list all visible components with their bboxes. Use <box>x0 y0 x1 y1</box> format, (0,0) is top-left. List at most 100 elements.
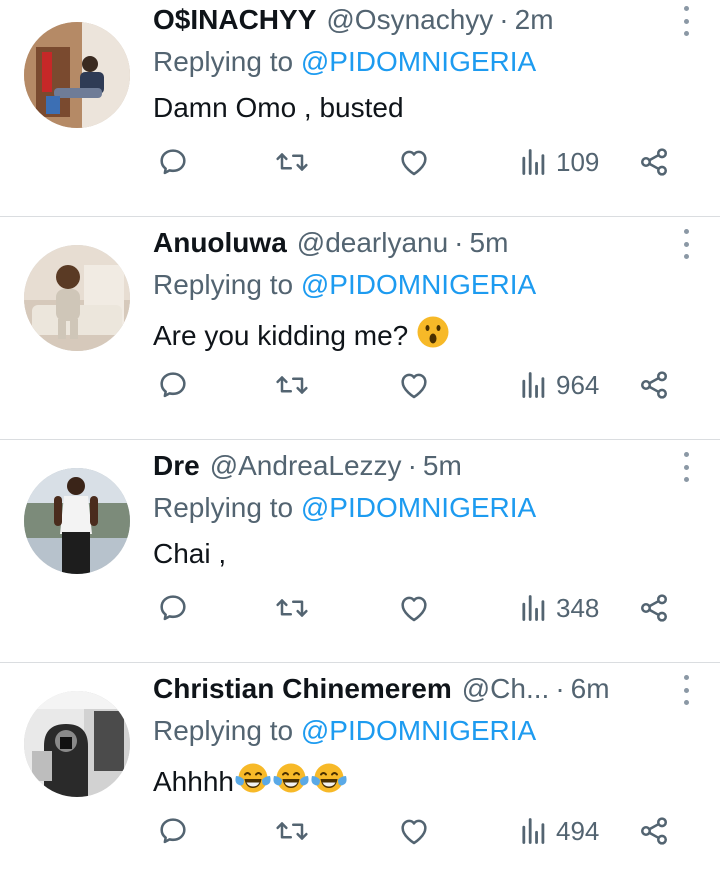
tears-of-joy-emoji <box>310 761 348 802</box>
tweet-reply[interactable]: Anuoluwa @dearlyanu · 5m Replying to @PIDOMN… <box>0 216 720 438</box>
bar-chart-icon <box>520 148 548 176</box>
display-name[interactable]: Christian Chinemerem <box>153 673 452 705</box>
user-handle[interactable]: @Ch... <box>462 673 550 705</box>
tweet-reply[interactable]: O$INACHYY @Osynachyy · 2m Replying to @PIDOM… <box>0 0 720 215</box>
timestamp[interactable]: 5m <box>423 450 462 482</box>
user-handle[interactable]: @Osynachyy <box>326 4 493 36</box>
tweet-text: Are you kidding me? <box>153 315 450 356</box>
mention-link[interactable]: @PIDOMNIGERIA <box>301 269 536 300</box>
replying-to-label: Replying to <box>153 492 294 523</box>
mention-link[interactable]: @PIDOMNIGERIA <box>301 492 536 523</box>
share-button[interactable] <box>638 580 670 636</box>
reply-icon <box>157 146 189 178</box>
display-name[interactable]: O$INACHYY <box>153 4 316 36</box>
action-bar: 964 <box>0 357 720 413</box>
share-button[interactable] <box>638 357 670 413</box>
retweet-icon <box>274 593 310 623</box>
action-bar: 109 <box>0 134 720 190</box>
separator: · <box>499 4 509 35</box>
avatar[interactable] <box>24 468 130 574</box>
reply-button[interactable] <box>157 803 189 859</box>
view-count: 348 <box>556 592 600 623</box>
retweet-icon <box>274 816 310 846</box>
replying-to-label: Replying to <box>153 269 294 300</box>
view-count: 964 <box>556 369 600 400</box>
emoji-group <box>234 761 348 802</box>
tweet-text-content: Chai , <box>153 538 227 569</box>
retweet-button[interactable] <box>274 357 310 413</box>
bar-chart-icon <box>520 594 548 622</box>
timestamp[interactable]: 6m <box>571 673 610 705</box>
tears-of-joy-emoji <box>272 761 310 802</box>
tweet-text: Chai , <box>153 538 226 570</box>
share-icon <box>638 146 670 178</box>
reply-button[interactable] <box>157 580 189 636</box>
avatar[interactable] <box>24 22 130 128</box>
bar-chart-icon <box>520 817 548 845</box>
views-button[interactable]: 348 <box>520 580 599 636</box>
tweet-header: Anuoluwa @dearlyanu · 5m <box>153 221 660 265</box>
user-handle[interactable]: @AndreaLezzy <box>210 450 402 482</box>
reply-button[interactable] <box>157 134 189 190</box>
like-button[interactable] <box>398 134 430 190</box>
replying-to: Replying to @PIDOMNIGERIA <box>153 46 536 78</box>
retweet-button[interactable] <box>274 134 310 190</box>
user-handle[interactable]: @dearlyanu <box>297 227 448 259</box>
emoji-group <box>416 315 450 356</box>
retweet-button[interactable] <box>274 580 310 636</box>
retweet-icon <box>274 147 310 177</box>
replying-to-label: Replying to <box>153 46 294 77</box>
share-icon <box>638 815 670 847</box>
heart-icon <box>398 816 430 846</box>
separator: · <box>555 673 565 704</box>
tweet-header: O$INACHYY @Osynachyy · 2m <box>153 0 660 42</box>
replying-to: Replying to @PIDOMNIGERIA <box>153 715 536 747</box>
tweet-text: Ahhhh <box>153 761 348 802</box>
avatar[interactable] <box>24 245 130 351</box>
action-bar: 348 <box>0 580 720 636</box>
display-name[interactable]: Dre <box>153 450 200 482</box>
like-button[interactable] <box>398 357 430 413</box>
tweet-header: Christian Chinemerem @Ch... · 6m <box>153 667 660 711</box>
avatar[interactable] <box>24 691 130 797</box>
tweet-text-content: Ahhhh <box>153 765 234 797</box>
display-name[interactable]: Anuoluwa <box>153 227 287 259</box>
heart-icon <box>398 147 430 177</box>
like-button[interactable] <box>398 803 430 859</box>
more-options-icon[interactable] <box>682 229 690 259</box>
reply-icon <box>157 369 189 401</box>
more-options-icon[interactable] <box>682 675 690 705</box>
reply-button[interactable] <box>157 357 189 413</box>
replying-to: Replying to @PIDOMNIGERIA <box>153 269 536 301</box>
views-button[interactable]: 494 <box>520 803 599 859</box>
mention-link[interactable]: @PIDOMNIGERIA <box>301 46 536 77</box>
share-button[interactable] <box>638 803 670 859</box>
reply-icon <box>157 815 189 847</box>
tweet-text-content: Damn Omo , busted <box>153 92 404 123</box>
timestamp[interactable]: 2m <box>515 4 554 36</box>
action-bar: 494 <box>0 803 720 859</box>
share-button[interactable] <box>638 134 670 190</box>
more-options-icon[interactable] <box>682 452 690 482</box>
view-count: 109 <box>556 146 600 177</box>
views-button[interactable]: 109 <box>520 134 599 190</box>
share-icon <box>638 592 670 624</box>
replying-to: Replying to @PIDOMNIGERIA <box>153 492 536 524</box>
like-button[interactable] <box>398 580 430 636</box>
mention-link[interactable]: @PIDOMNIGERIA <box>301 715 536 746</box>
bar-chart-icon <box>520 371 548 399</box>
retweet-button[interactable] <box>274 803 310 859</box>
hushed-face-emoji <box>416 315 450 356</box>
separator: · <box>407 450 417 481</box>
tweet-header: Dre @AndreaLezzy · 5m <box>153 444 660 488</box>
more-options-icon[interactable] <box>682 6 690 36</box>
heart-icon <box>398 370 430 400</box>
tweet-reply[interactable]: Dre @AndreaLezzy · 5m Replying to @PIDOMNIGE… <box>0 439 720 661</box>
timestamp[interactable]: 5m <box>470 227 509 259</box>
heart-icon <box>398 593 430 623</box>
views-button[interactable]: 964 <box>520 357 599 413</box>
tweet-text-content: Are you kidding me? <box>153 319 409 351</box>
tweet-reply[interactable]: Christian Chinemerem @Ch... · 6m Replying to… <box>0 662 720 884</box>
separator: · <box>454 227 464 258</box>
replying-to-label: Replying to <box>153 715 294 746</box>
